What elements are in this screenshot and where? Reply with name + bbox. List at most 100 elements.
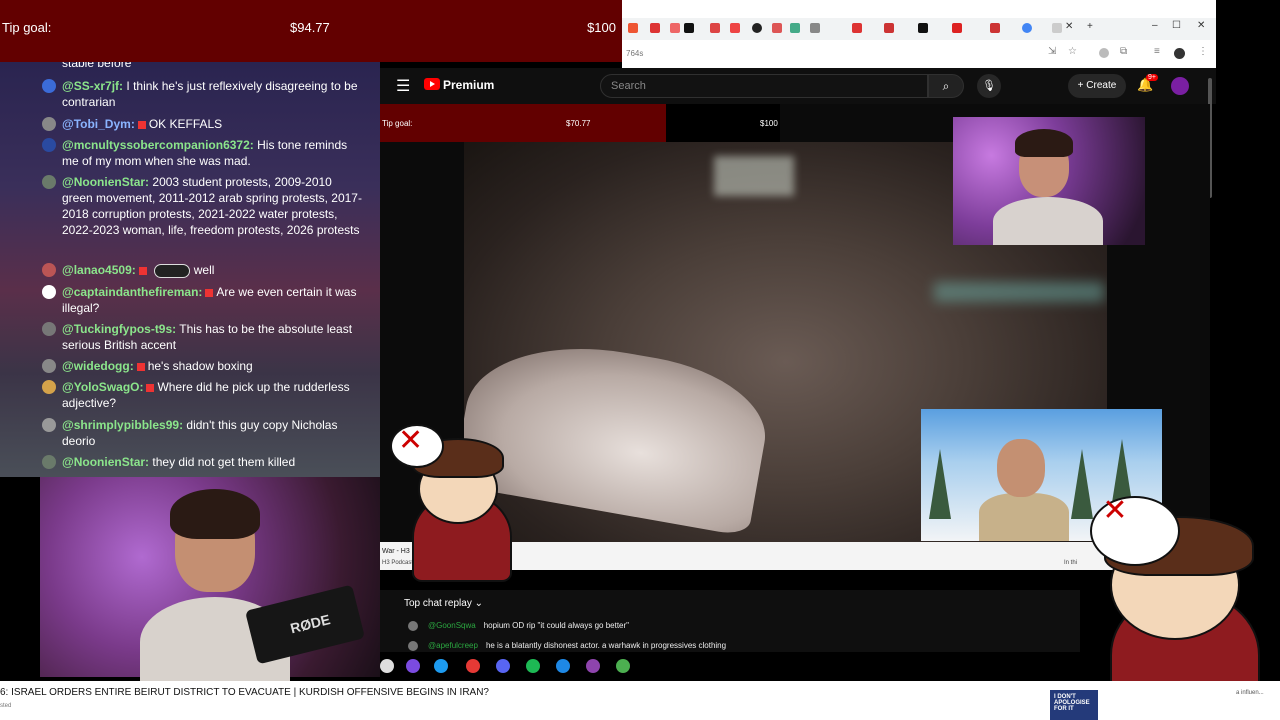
tab-icon[interactable] xyxy=(990,23,1000,33)
chat-username[interactable]: @Tuckingfypos-t9s: xyxy=(62,322,176,336)
google-icon[interactable] xyxy=(1022,23,1032,33)
app-icon[interactable] xyxy=(406,659,420,673)
avatar xyxy=(42,285,56,299)
chat-message: @widedogg: he's shadow boxing xyxy=(42,358,364,374)
avatar xyxy=(408,641,418,651)
search-button[interactable]: ⌕ xyxy=(928,74,964,98)
tab-icon[interactable] xyxy=(710,23,720,33)
chat-username[interactable]: @NoonienStar: xyxy=(62,175,149,189)
chat-username[interactable]: @mcnultyssobercompanion6372: xyxy=(62,138,254,152)
obs-icon[interactable] xyxy=(466,659,480,673)
chat-fragment: stable before xyxy=(62,62,132,70)
inner-tip-goal-target: $100 xyxy=(760,119,778,128)
host-head xyxy=(997,439,1045,497)
chat-text: OK KEFFALS xyxy=(148,117,223,131)
bookmark-star-icon[interactable]: ☆ xyxy=(1068,46,1077,57)
tab-icon[interactable] xyxy=(810,23,820,33)
chat-username[interactable]: @YoloSwagO: xyxy=(62,380,143,394)
tab-icon[interactable] xyxy=(752,23,762,33)
chat-username[interactable]: @shrimplypibbles99: xyxy=(62,418,183,432)
hamburger-menu-icon[interactable]: ☰ xyxy=(396,76,410,96)
tip-goal-current: $94.77 xyxy=(290,20,330,35)
chat-username[interactable]: @captaindanthefireman: xyxy=(62,285,202,299)
inner-tip-goal-target-box: $100 xyxy=(666,104,780,142)
chat-message: @mcnultyssobercompanion6372: His tone re… xyxy=(42,137,364,169)
app-icon[interactable] xyxy=(556,659,570,673)
tab-icon[interactable] xyxy=(730,23,740,33)
taskbar xyxy=(380,656,640,676)
x-icon[interactable] xyxy=(918,23,928,33)
tab-icon[interactable] xyxy=(852,23,862,33)
voice-search-icon[interactable]: 🎙 xyxy=(977,74,1001,98)
chat-username[interactable]: @NoonienStar: xyxy=(62,455,149,469)
tab-icon[interactable] xyxy=(628,23,638,33)
member-badge-icon xyxy=(205,288,214,297)
chat-message: @NoonienStar: 2003 student protests, 200… xyxy=(42,174,364,238)
x-icon[interactable] xyxy=(684,23,694,33)
avatar xyxy=(42,455,56,469)
chat-username[interactable]: @lanao4509: xyxy=(62,263,136,277)
extension-icon[interactable] xyxy=(1099,48,1109,58)
address-bar[interactable]: 764s ⇲ ☆ ⧉ ≡ ⋮ xyxy=(622,42,1216,66)
avatar xyxy=(42,175,56,189)
maximize-icon[interactable]: ☐ xyxy=(1172,20,1181,31)
tip-goal-label: Tip goal: xyxy=(2,20,52,35)
puzzle-icon[interactable]: ⧉ xyxy=(1120,46,1127,57)
chat-message: @shrimplypibbles99: didn't this guy copy… xyxy=(42,417,364,449)
video-thumbnail[interactable]: I DON'T APOLOGISE FOR IT xyxy=(1050,690,1098,720)
avatar xyxy=(42,138,56,152)
app-icon[interactable] xyxy=(586,659,600,673)
install-icon[interactable]: ⇲ xyxy=(1048,46,1056,57)
tip-goal-target: $100 xyxy=(587,20,616,35)
replay-username[interactable]: @GoonSqwa xyxy=(428,621,476,630)
chat-username[interactable]: @SS-xr7jf: xyxy=(62,79,123,93)
profile-avatar[interactable] xyxy=(1174,48,1185,59)
youtube-brand[interactable]: Premium xyxy=(443,78,494,92)
spotify-icon[interactable] xyxy=(526,659,540,673)
guest-webcam xyxy=(953,117,1145,245)
tab-icon[interactable] xyxy=(884,23,894,33)
tab-icon[interactable] xyxy=(790,23,800,33)
app-icon[interactable] xyxy=(434,659,448,673)
tab-icon[interactable] xyxy=(952,23,962,33)
stream-layout: Tip goal: $94.77 $100 ✕ + – ☐ ✕ 764s ⇲ ☆… xyxy=(0,0,1280,720)
replay-username[interactable]: @apefulcreep xyxy=(428,641,478,650)
create-button[interactable]: + Create xyxy=(1068,74,1126,98)
mascot-left xyxy=(388,420,528,582)
youtube-header: ☰ Premium Search ⌕ 🎙 + Create 🔔 9+ xyxy=(380,68,1216,104)
minimize-icon[interactable]: – xyxy=(1152,20,1158,31)
close-window-icon[interactable]: ✕ xyxy=(1197,20,1205,31)
active-tab-icon[interactable] xyxy=(1052,23,1062,33)
account-avatar[interactable] xyxy=(1171,77,1189,95)
search-input[interactable]: Search xyxy=(600,74,928,98)
chrome-icon[interactable] xyxy=(616,659,630,673)
media-icon[interactable]: ≡ xyxy=(1154,46,1160,57)
emote-icon xyxy=(153,263,190,278)
streamer-webcam: RØDE xyxy=(40,477,380,687)
chat-text: he's shadow boxing xyxy=(147,359,253,373)
inner-tip-goal-current: $70.77 xyxy=(566,119,591,128)
chat-username[interactable]: @Tobi_Dym: xyxy=(62,117,135,131)
chat-text: they did not get them killed xyxy=(152,455,296,469)
ticker-headline[interactable]: 6: ISRAEL ORDERS ENTIRE BEIRUT DISTRICT … xyxy=(0,687,489,698)
inner-tip-goal-bar: Tip goal: $70.77 xyxy=(380,104,666,142)
browser-menu-icon[interactable]: ⋮ xyxy=(1198,46,1208,57)
close-tab-icon[interactable]: ✕ xyxy=(1065,21,1073,32)
youtube-logo-icon[interactable] xyxy=(424,78,440,90)
chat-replay-dropdown[interactable]: Top chat replay ⌄ xyxy=(404,598,483,609)
tab-icon[interactable] xyxy=(670,23,680,33)
tab-icon[interactable] xyxy=(650,23,660,33)
tab-icon[interactable] xyxy=(772,23,782,33)
street-glow xyxy=(934,282,1104,302)
discord-icon[interactable] xyxy=(496,659,510,673)
chat-username[interactable]: @widedogg: xyxy=(62,359,134,373)
avatar xyxy=(42,263,56,277)
side-text: a influen... xyxy=(1236,690,1264,696)
avatar xyxy=(42,380,56,394)
member-badge-icon xyxy=(136,362,145,371)
chat-message: @NoonienStar: they did not get them kill… xyxy=(42,454,364,470)
ticker-sub: sted xyxy=(0,703,12,709)
app-icon[interactable] xyxy=(380,659,394,673)
new-tab-icon[interactable]: + xyxy=(1087,21,1093,32)
chat-replay-panel: Top chat replay ⌄ @GoonSqwa hopium OD rip… xyxy=(380,590,1080,652)
